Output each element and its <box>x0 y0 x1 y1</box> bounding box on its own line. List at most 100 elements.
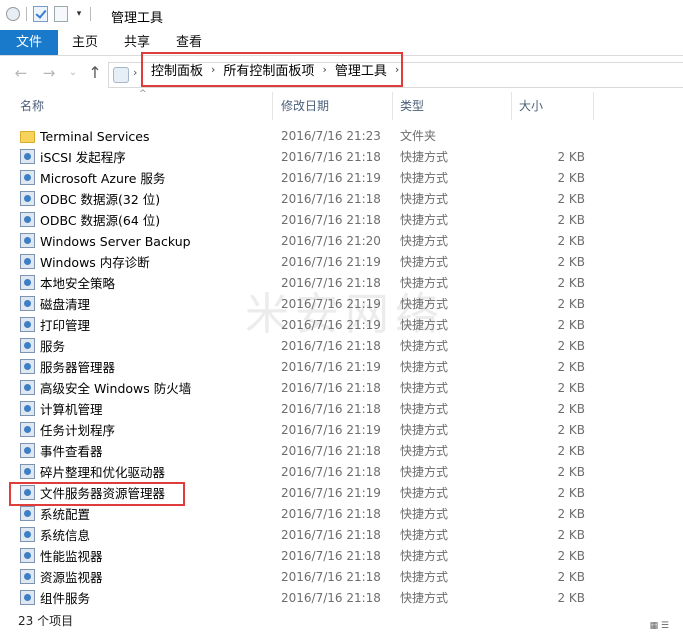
disk-cleanup-icon <box>20 296 35 311</box>
print-management-icon <box>20 317 35 332</box>
list-item[interactable]: 高级安全 Windows 防火墙 2016/7/16 21:18 快捷方式 2 KB <box>0 378 683 399</box>
status-bar: 23 个项目 ▦ ☰ <box>0 611 683 632</box>
list-item[interactable]: 服务器管理器 2016/7/16 21:19 快捷方式 2 KB <box>0 357 683 378</box>
item-name: 打印管理 <box>40 318 91 333</box>
item-size: 2 KB <box>557 150 585 164</box>
item-type: 快捷方式 <box>400 360 449 374</box>
column-header-modified[interactable]: 修改日期 <box>281 97 329 115</box>
defrag-icon <box>20 464 35 479</box>
view-switcher-icon[interactable]: ▦ ☰ <box>650 616 669 637</box>
list-item[interactable]: ODBC 数据源(32 位) 2016/7/16 21:18 快捷方式 2 KB <box>0 189 683 210</box>
item-size: 2 KB <box>557 255 585 269</box>
item-modified: 2016/7/16 21:19 <box>281 423 381 437</box>
column-divider[interactable] <box>272 92 273 120</box>
event-viewer-icon <box>20 443 35 458</box>
item-size: 2 KB <box>557 381 585 395</box>
system-config-icon <box>20 506 35 521</box>
list-item[interactable]: Windows 内存诊断 2016/7/16 21:19 快捷方式 2 KB <box>0 252 683 273</box>
item-name: 组件服务 <box>40 591 91 606</box>
item-size: 2 KB <box>557 318 585 332</box>
customize-toolbar-icon[interactable]: ▾ <box>74 6 84 22</box>
chevron-right-icon[interactable]: › <box>395 63 399 76</box>
iscsi-icon <box>20 149 35 164</box>
server-manager-icon <box>20 359 35 374</box>
new-folder-icon[interactable] <box>54 6 68 22</box>
forward-arrow-icon[interactable]: → <box>40 64 58 82</box>
item-name: 高级安全 Windows 防火墙 <box>40 381 192 396</box>
column-header-name[interactable]: 名称 <box>20 97 44 115</box>
item-size: 2 KB <box>557 528 585 542</box>
breadcrumb-all-control-panel-items[interactable]: 所有控制面板项 <box>223 60 314 79</box>
tab-home[interactable]: 主页 <box>62 30 108 55</box>
column-divider[interactable] <box>511 92 512 120</box>
item-size: 2 KB <box>557 549 585 563</box>
odbc-icon <box>20 212 35 227</box>
odbc-icon <box>20 191 35 206</box>
window-title: 管理工具 <box>111 11 164 26</box>
item-type: 快捷方式 <box>400 549 449 563</box>
properties-icon[interactable] <box>33 6 48 22</box>
column-header-size[interactable]: 大小 <box>519 97 543 115</box>
tab-file[interactable]: 文件 <box>0 30 58 55</box>
quick-access-toolbar: ▾ <box>6 6 91 22</box>
item-name: iSCSI 发起程序 <box>40 150 126 165</box>
recent-locations-dropdown-icon[interactable]: ⌄ <box>64 64 82 82</box>
item-size: 2 KB <box>557 234 585 248</box>
chevron-right-icon[interactable]: › <box>211 63 215 76</box>
column-divider[interactable] <box>392 92 393 120</box>
item-name: 碎片整理和优化驱动器 <box>40 465 166 480</box>
list-item[interactable]: 计算机管理 2016/7/16 21:18 快捷方式 2 KB <box>0 399 683 420</box>
item-type: 快捷方式 <box>400 528 449 542</box>
item-name: ODBC 数据源(32 位) <box>40 192 161 207</box>
item-type: 快捷方式 <box>400 465 449 479</box>
list-item[interactable]: 系统信息 2016/7/16 21:18 快捷方式 2 KB <box>0 525 683 546</box>
list-item[interactable]: 资源监视器 2016/7/16 21:18 快捷方式 2 KB <box>0 567 683 588</box>
item-modified: 2016/7/16 21:18 <box>281 381 381 395</box>
breadcrumb-admin-tools[interactable]: 管理工具 <box>335 60 387 79</box>
item-name: Windows 内存诊断 <box>40 255 150 270</box>
item-name: 计算机管理 <box>40 402 103 417</box>
item-name: 服务器管理器 <box>40 360 116 375</box>
list-item[interactable]: 碎片整理和优化驱动器 2016/7/16 21:18 快捷方式 2 KB <box>0 462 683 483</box>
breadcrumb-control-panel[interactable]: 控制面板 <box>151 60 203 79</box>
list-item[interactable]: 事件查看器 2016/7/16 21:18 快捷方式 2 KB <box>0 441 683 462</box>
up-arrow-icon[interactable]: ↑ <box>86 64 104 82</box>
chevron-right-icon[interactable]: › <box>322 63 326 76</box>
column-header-type[interactable]: 类型 <box>400 97 424 115</box>
list-item[interactable]: Terminal Services 2016/7/16 21:23 文件夹 <box>0 126 683 147</box>
divider <box>26 7 27 21</box>
item-modified: 2016/7/16 21:18 <box>281 192 381 206</box>
item-modified: 2016/7/16 21:18 <box>281 150 381 164</box>
control-panel-icon <box>113 67 129 83</box>
item-name: 性能监视器 <box>40 549 103 564</box>
system-info-icon <box>20 527 35 542</box>
column-divider[interactable] <box>593 92 594 120</box>
item-modified: 2016/7/16 21:19 <box>281 360 381 374</box>
item-type: 快捷方式 <box>400 402 449 416</box>
item-name: 服务 <box>40 339 66 354</box>
chevron-right-icon: › <box>133 66 138 79</box>
list-item[interactable]: 组件服务 2016/7/16 21:18 快捷方式 2 KB <box>0 588 683 609</box>
list-item[interactable]: Microsoft Azure 服务 2016/7/16 21:19 快捷方式 2 K… <box>0 168 683 189</box>
item-type: 快捷方式 <box>400 234 449 248</box>
performance-monitor-icon <box>20 548 35 563</box>
title-bar: ▾ 管理工具 <box>0 0 683 30</box>
list-item[interactable]: iSCSI 发起程序 2016/7/16 21:18 快捷方式 2 KB <box>0 147 683 168</box>
item-type: 快捷方式 <box>400 255 449 269</box>
watermark-text: 米安网络 <box>245 289 445 340</box>
item-modified: 2016/7/16 21:18 <box>281 213 381 227</box>
list-item[interactable]: 系统配置 2016/7/16 21:18 快捷方式 2 KB <box>0 504 683 525</box>
back-arrow-icon[interactable]: ← <box>12 64 30 82</box>
list-item[interactable]: ODBC 数据源(64 位) 2016/7/16 21:18 快捷方式 2 KB <box>0 210 683 231</box>
item-name: 资源监视器 <box>40 570 103 585</box>
item-modified: 2016/7/16 21:18 <box>281 528 381 542</box>
item-name: 系统信息 <box>40 528 91 543</box>
list-item[interactable]: 任务计划程序 2016/7/16 21:19 快捷方式 2 KB <box>0 420 683 441</box>
list-item[interactable]: 性能监视器 2016/7/16 21:18 快捷方式 2 KB <box>0 546 683 567</box>
admin-tools-icon <box>6 7 20 21</box>
item-size: 2 KB <box>557 402 585 416</box>
list-item[interactable]: Windows Server Backup 2016/7/16 21:20 快捷方式… <box>0 231 683 252</box>
item-type: 文件夹 <box>400 129 437 143</box>
item-modified: 2016/7/16 21:18 <box>281 591 381 605</box>
item-type: 快捷方式 <box>400 171 449 185</box>
